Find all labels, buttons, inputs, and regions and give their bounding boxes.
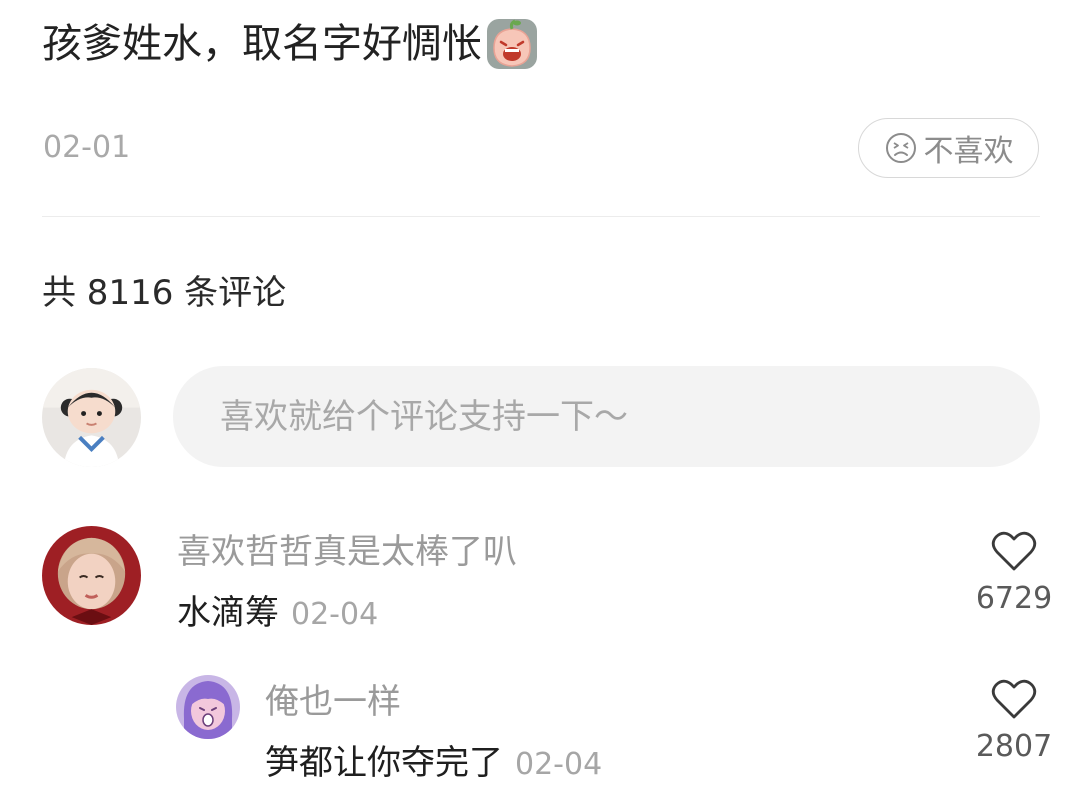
comment-page: 孩爹姓水，取名字好惆怅 02-01 不喜欢 共 8116 条评论 喜欢就给个评论…	[0, 0, 1080, 809]
crying-sticker-icon	[486, 18, 538, 70]
dislike-label: 不喜欢	[923, 134, 1014, 169]
comment-text: 水滴筹	[177, 593, 279, 633]
reply-text: 笋都让你夺完了	[265, 743, 503, 783]
heart-icon	[991, 679, 1037, 719]
reply-like-count: 2807	[975, 729, 1053, 764]
reply-like-button[interactable]: 2807	[974, 678, 1054, 766]
current-user-avatar[interactable]	[42, 368, 141, 467]
post-date: 02-01	[43, 130, 131, 165]
post-title: 孩爹姓水，取名字好惆怅	[42, 14, 538, 74]
frown-face-icon	[885, 133, 916, 163]
reply-body: 笋都让你夺完了 02-04	[265, 741, 602, 791]
reply-time: 02-04	[515, 747, 603, 782]
reply-avatar[interactable]	[176, 675, 240, 739]
heart-icon	[991, 531, 1037, 571]
commenter-avatar[interactable]	[42, 526, 141, 625]
reply-username[interactable]: 俺也一样	[265, 680, 401, 724]
post-title-text: 孩爹姓水，取名字好惆怅	[42, 21, 482, 67]
dislike-button[interactable]: 不喜欢	[858, 118, 1039, 178]
comment-username[interactable]: 喜欢哲哲真是太棒了叭	[177, 530, 517, 574]
divider	[42, 216, 1040, 217]
like-button[interactable]: 6729	[974, 530, 1054, 618]
like-count: 6729	[975, 581, 1053, 616]
comment-input[interactable]	[173, 366, 1040, 467]
comment-time: 02-04	[291, 597, 379, 632]
comment-body: 水滴筹 02-04	[177, 591, 378, 641]
comment-count: 共 8116 条评论	[42, 273, 287, 313]
